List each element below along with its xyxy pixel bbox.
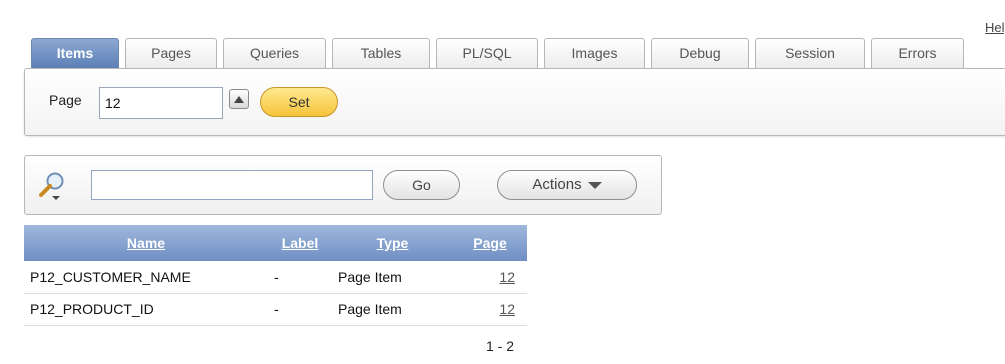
page-label: Page	[49, 92, 82, 108]
cell-name: P12_PRODUCT_ID	[24, 293, 268, 326]
search-icon[interactable]	[37, 170, 67, 200]
tab-pages[interactable]: Pages	[125, 38, 217, 68]
tab-plsql[interactable]: PL/SQL	[436, 38, 538, 68]
column-header-label[interactable]: Label	[268, 225, 332, 261]
cell-page-link[interactable]: 12	[453, 261, 527, 294]
column-header-name[interactable]: Name	[24, 225, 268, 261]
actions-button[interactable]: Actions	[497, 170, 637, 200]
tab-images[interactable]: Images	[544, 38, 645, 68]
actions-label: Actions	[532, 176, 582, 193]
column-header-type[interactable]: Type	[332, 225, 453, 261]
cell-type: Page Item	[332, 261, 453, 294]
items-report-table: Name Label Type Page P12_CUSTOMER_NAME -…	[24, 225, 527, 326]
chevron-up-icon	[234, 95, 244, 103]
tab-items[interactable]: Items	[31, 38, 119, 68]
tab-session[interactable]: Session	[755, 38, 865, 68]
set-button[interactable]: Set	[260, 87, 338, 117]
help-link[interactable]: Help	[985, 20, 1005, 35]
tab-errors[interactable]: Errors	[871, 38, 964, 68]
cell-label: -	[268, 261, 332, 294]
page-number-input[interactable]: 12	[99, 87, 223, 119]
tab-debug[interactable]: Debug	[651, 38, 749, 68]
tab-tables[interactable]: Tables	[332, 38, 430, 68]
page-up-button[interactable]	[229, 89, 249, 109]
cell-page-link[interactable]: 12	[453, 293, 527, 326]
cell-type: Page Item	[332, 293, 453, 326]
table-header-row: Name Label Type Page	[24, 225, 527, 261]
go-button[interactable]: Go	[383, 170, 460, 200]
search-input[interactable]	[91, 170, 373, 200]
tab-bar: Items Pages Queries Tables PL/SQL Images…	[31, 38, 970, 68]
cell-name: P12_CUSTOMER_NAME	[24, 261, 268, 294]
tab-queries[interactable]: Queries	[223, 38, 326, 68]
table-row: P12_PRODUCT_ID - Page Item 12	[24, 293, 527, 326]
search-bar: Go Actions	[24, 155, 662, 215]
caret-down-icon	[587, 181, 602, 189]
cell-label: -	[268, 293, 332, 326]
table-row: P12_CUSTOMER_NAME - Page Item 12	[24, 261, 527, 294]
column-header-page[interactable]: Page	[453, 225, 527, 261]
page-panel: Page 12 Set	[24, 68, 1005, 136]
pagination-range: 1 - 2	[486, 338, 515, 354]
